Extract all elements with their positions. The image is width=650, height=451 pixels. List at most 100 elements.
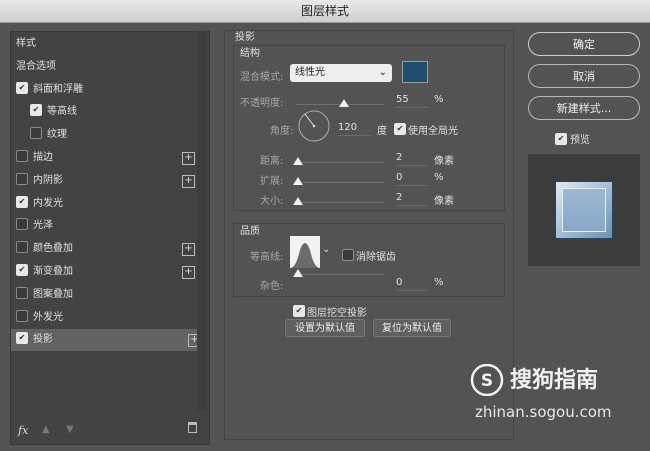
add-icon[interactable]: + (182, 152, 195, 165)
sidebar-checkbox[interactable] (16, 150, 28, 162)
spread-unit: % (434, 172, 444, 183)
spread-field[interactable]: 0 (396, 171, 428, 186)
noise-field[interactable]: 0 (396, 276, 428, 291)
sidebar-item-stroke[interactable]: 描边 + (11, 147, 201, 169)
sogou-logo-icon: S (470, 364, 504, 396)
sidebar-item-blending-options[interactable]: 混合选项 (11, 56, 201, 78)
add-icon[interactable]: + (182, 266, 195, 279)
noise-slider-handle[interactable] (293, 269, 303, 277)
sidebar-item-gradient-overlay[interactable]: ✔ 渐变叠加 + (11, 261, 201, 283)
ok-button[interactable]: 确定 (528, 32, 640, 56)
contour-picker[interactable]: ⌄ (290, 236, 330, 268)
noise-value: 0 (396, 277, 403, 288)
fx-icon[interactable]: fx (18, 424, 28, 437)
sidebar-item-bevel-emboss[interactable]: ✔ 斜面和浮雕 (11, 79, 201, 101)
sidebar-checkbox[interactable] (16, 241, 28, 254)
section-title: 投影 (235, 32, 255, 43)
style-list: 样式混合选项 ✔ 斜面和浮雕 ✔ 等高线纹理描边 + 内阴影 + ✔ 内发光光泽颜色叠加 + ✔ 渐变叠… (10, 31, 210, 445)
chevron-down-icon: ⌄ (378, 67, 387, 78)
blend-color-swatch[interactable] (402, 61, 428, 83)
sidebar-item-label: 渐变叠加 (33, 266, 73, 277)
size-field[interactable]: 2 (396, 191, 428, 206)
sidebar-item-label: 外发光 (33, 311, 63, 323)
style-preview (528, 154, 640, 266)
blend-mode-label: 混合模式: (240, 72, 284, 83)
global-light-label: 使用全局光 (408, 126, 458, 137)
sidebar-checkbox[interactable] (16, 286, 28, 299)
angle-label: 角度: (270, 126, 294, 137)
sidebar-item-inner-shadow[interactable]: 内阴影 + (11, 170, 201, 192)
sidebar-item-label: 内发光 (33, 197, 63, 209)
sidebar-footer: fx ▲ ▼ (10, 420, 208, 442)
sidebar-checkbox[interactable] (16, 218, 28, 231)
sidebar-checkbox[interactable]: ✔ (16, 195, 28, 208)
watermark-brand: 搜狗指南 (510, 368, 599, 393)
sidebar-item-label: 光泽 (33, 220, 53, 232)
contour-preview-icon (290, 236, 320, 268)
blend-mode-select[interactable]: 线性光 ⌄ (290, 64, 392, 82)
sidebar-item-label: 图案叠加 (33, 288, 73, 300)
sidebar-checkbox[interactable]: ✔ (16, 264, 28, 276)
opacity-value: 55 (396, 94, 409, 105)
sidebar-item-label: 纹理 (47, 129, 67, 141)
sidebar-item-color-overlay[interactable]: 颜色叠加 + (11, 238, 201, 260)
sidebar-checkbox[interactable] (16, 172, 28, 185)
spread-slider[interactable] (296, 182, 384, 183)
distance-unit: 像素 (434, 156, 454, 167)
cancel-button[interactable]: 取消 (528, 64, 640, 88)
sidebar-item-texture[interactable]: 纹理 (11, 124, 201, 146)
sidebar-item-satin[interactable]: 光泽 (11, 215, 201, 237)
noise-unit: % (434, 277, 444, 288)
blend-mode-value: 线性光 (295, 67, 325, 78)
opacity-slider-handle[interactable] (339, 99, 350, 107)
set-default-button[interactable]: 设置为默认值 (285, 319, 365, 337)
size-slider[interactable] (296, 202, 384, 203)
distance-slider[interactable] (296, 162, 384, 163)
add-icon[interactable]: + (182, 243, 195, 257)
distance-label: 距离: (260, 156, 284, 167)
angle-unit: 度 (377, 126, 387, 137)
move-up-icon[interactable]: ▲ (42, 424, 50, 435)
distance-slider-handle[interactable] (293, 157, 303, 165)
sidebar-checkbox[interactable] (30, 127, 42, 140)
add-icon[interactable]: + (182, 174, 195, 188)
sidebar-checkbox[interactable] (16, 309, 28, 322)
sidebar-item-contour[interactable]: ✔ 等高线 (11, 101, 201, 123)
new-style-button[interactable]: 新建样式... (528, 96, 640, 120)
knockout-checkbox[interactable]: ✔ (293, 305, 305, 317)
spread-slider-handle[interactable] (293, 177, 303, 185)
sidebar-item-label: 混合选项 (16, 60, 56, 72)
preview-label: 预览 (570, 135, 590, 146)
noise-label: 杂色: (260, 281, 284, 292)
trash-icon[interactable] (188, 422, 197, 433)
sidebar-item-label: 投影 (33, 334, 53, 346)
noise-slider[interactable] (296, 274, 384, 275)
move-down-icon[interactable]: ▼ (66, 424, 74, 435)
angle-field[interactable]: 120 (338, 121, 372, 136)
sidebar-scrollbar[interactable] (197, 31, 207, 411)
distance-field[interactable]: 2 (396, 151, 428, 166)
sidebar-checkbox[interactable]: ✔ (16, 332, 28, 345)
antialias-checkbox[interactable] (342, 249, 354, 261)
sidebar-checkbox[interactable]: ✔ (30, 104, 42, 117)
structure-group: 结构 混合模式: 线性光 ⌄ 不透明度: 55 % 角度: 120 度 ✔ 使用… (233, 45, 505, 211)
contour-label: 等高线: (250, 252, 284, 263)
quality-title: 品质 (240, 226, 260, 237)
opacity-unit: % (434, 94, 444, 105)
reset-default-button[interactable]: 复位为默认值 (373, 319, 451, 337)
sidebar-item-styles[interactable]: 样式 (11, 33, 201, 55)
sidebar-item-pattern-overlay[interactable]: 图案叠加 (11, 284, 201, 306)
sidebar-item-outer-glow[interactable]: 外发光 (11, 307, 201, 329)
sidebar-item-inner-glow[interactable]: ✔ 内发光 (11, 193, 201, 215)
sidebar-item-label: 颜色叠加 (33, 243, 73, 255)
sidebar-item-label: 内阴影 (33, 174, 63, 186)
sidebar-item-label: 描边 (33, 152, 53, 163)
sidebar-checkbox[interactable]: ✔ (16, 81, 28, 94)
spread-label: 扩展: (260, 176, 284, 187)
global-light-checkbox[interactable]: ✔ (394, 123, 406, 135)
preview-checkbox[interactable]: ✔ (555, 133, 567, 145)
angle-dial[interactable] (298, 110, 330, 142)
size-slider-handle[interactable] (293, 197, 303, 205)
sidebar-item-drop-shadow[interactable]: ✔ 投影 + (11, 329, 207, 352)
opacity-field[interactable]: 55 (396, 93, 428, 108)
